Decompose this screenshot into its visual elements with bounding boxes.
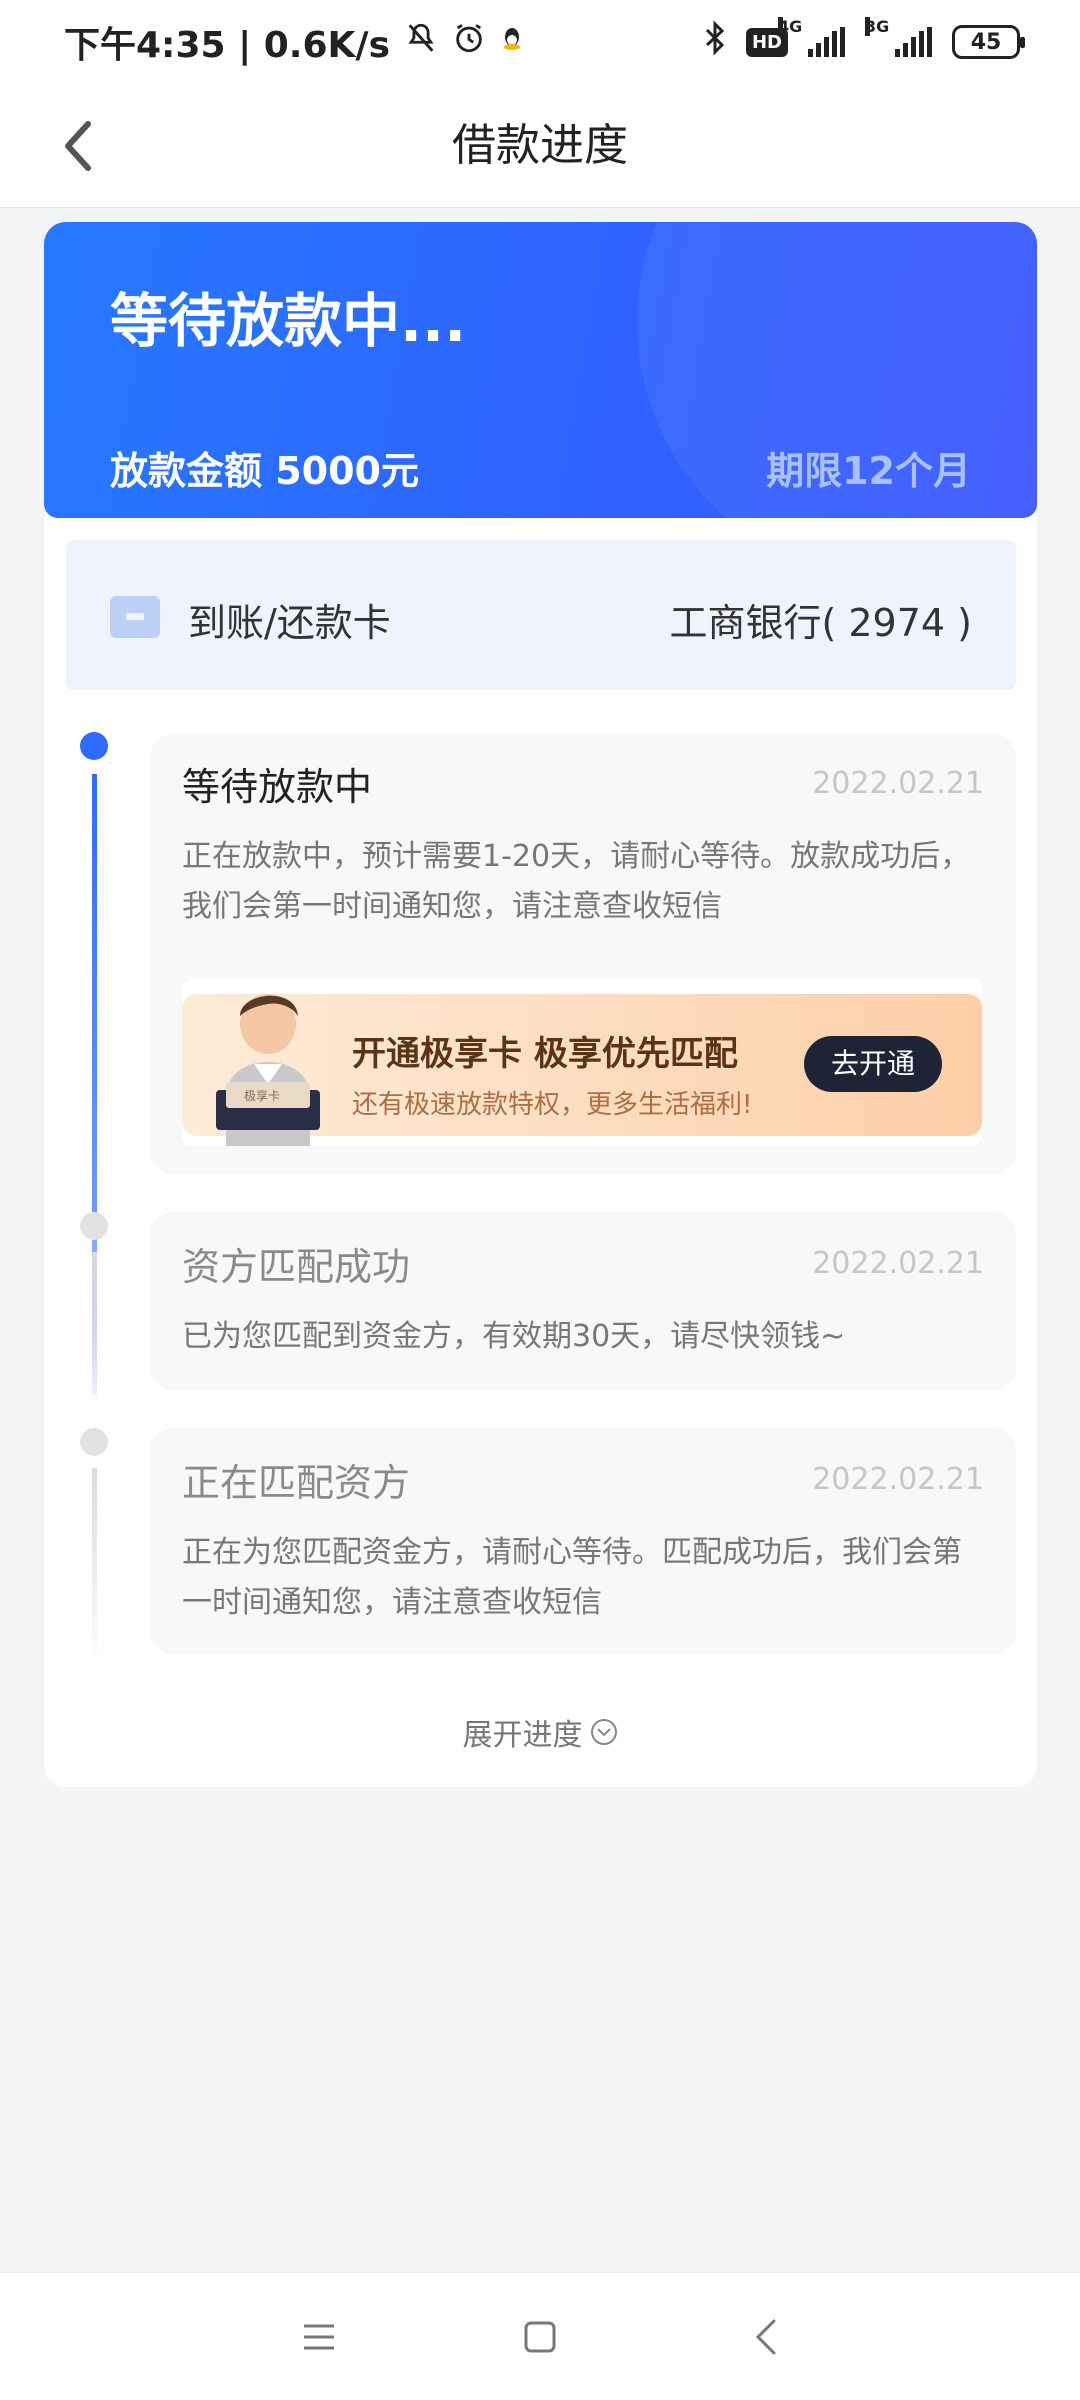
battery-level: 45 [970, 29, 1002, 55]
bluetooth-icon [704, 20, 726, 64]
timeline-step: 资方匹配成功 2022.02.21 已为您匹配到资金方，有效期30天，请尽快领钱… [150, 1212, 1016, 1390]
loan-status-title: 等待放款中... [110, 287, 467, 355]
system-nav-bar [0, 2272, 1080, 2400]
status-bar: 下午4:35 | 0.6K/s HD 4G 3G 45 [0, 0, 1080, 84]
repayment-card-row[interactable]: 到账/还款卡 工商银行( 2974 ) [66, 540, 1016, 690]
promo-subtitle: 还有极速放款特权，更多生活福利! [352, 1090, 753, 1120]
net-type-2: 3G [865, 17, 890, 36]
step-description: 正在为您匹配资金方，请耐心等待。匹配成功后，我们会第一时间通知您，请注意查收短信 [182, 1535, 962, 1620]
qq-icon [500, 22, 524, 62]
battery-icon: 45 [952, 25, 1025, 59]
timeline-step: 等待放款中 2022.02.21 正在放款中，预计需要1-20天，请耐心等待。放… [150, 734, 1016, 1174]
expand-progress-button[interactable]: 展开进度 [44, 1710, 1037, 1754]
timeline-line [92, 1468, 97, 1658]
step-date: 2022.02.21 [812, 1462, 984, 1497]
activate-button[interactable]: 去开通 [804, 1036, 942, 1092]
expand-label: 展开进度 [462, 1718, 583, 1753]
status-time-speed: 下午4:35 | 0.6K/s [64, 25, 391, 66]
loan-amount: 放款金额 5000元 [110, 449, 419, 493]
home-square-icon [524, 2321, 556, 2353]
timeline-dot-inactive [80, 1428, 108, 1456]
person-illustration-icon: 极享卡 [196, 978, 336, 1146]
bank-card-icon [110, 596, 160, 638]
alarm-icon [452, 21, 486, 64]
step-description: 正在放款中，预计需要1-20天，请耐心等待。放款成功后，我们会第一时间通知您，请… [182, 839, 971, 924]
card-value: 工商银行( 2974 ) [669, 601, 972, 645]
timeline-dot-active [80, 732, 108, 760]
card-label: 到账/还款卡 [188, 601, 391, 645]
system-back-button[interactable] [730, 2305, 800, 2369]
vip-card-promo-banner[interactable]: 极享卡 开通极享卡 极享优先匹配 还有极速放款特权，更多生活福利! 去开通 [182, 978, 982, 1146]
menu-icon [304, 2324, 334, 2350]
home-button[interactable] [505, 2305, 575, 2369]
app-header: 借款进度 [0, 84, 1080, 208]
step-date: 2022.02.21 [812, 1246, 984, 1281]
net-type-1: 4G [778, 17, 803, 36]
promo-title: 开通极享卡 极享优先匹配 [352, 1034, 738, 1074]
timeline-step: 正在匹配资方 2022.02.21 正在为您匹配资金方，请耐心等待。匹配成功后，… [150, 1428, 1016, 1654]
timeline-dot-inactive [80, 1212, 108, 1240]
step-title: 等待放款中 [182, 765, 373, 809]
signal-4g-icon: 4G [778, 17, 845, 57]
step-date: 2022.02.21 [812, 766, 984, 801]
step-title: 资方匹配成功 [182, 1245, 411, 1289]
loan-term: 期限12个月 [766, 449, 971, 493]
step-title: 正在匹配资方 [182, 1461, 411, 1505]
chevron-down-circle-icon [590, 1719, 617, 1745]
promo-card-text: 极享卡 [244, 1088, 280, 1103]
page-title: 借款进度 [452, 120, 628, 171]
status-left: 下午4:35 | 0.6K/s [64, 16, 524, 68]
progress-card: 等待放款中... 放款金额 5000元 期限12个月 到账/还款卡 工商银行( … [44, 222, 1037, 1787]
back-triangle-icon [755, 2319, 776, 2355]
status-right: HD 4G 3G 45 [704, 17, 1025, 64]
menu-button[interactable] [284, 2305, 354, 2369]
timeline-line [92, 1252, 97, 1402]
step-description: 已为您匹配到资金方，有效期30天，请尽快领钱~ [182, 1319, 846, 1354]
bell-muted-icon [404, 21, 438, 64]
hero-banner: 等待放款中... 放款金额 5000元 期限12个月 [44, 222, 1037, 518]
signal-3g-icon: 3G [865, 17, 932, 57]
